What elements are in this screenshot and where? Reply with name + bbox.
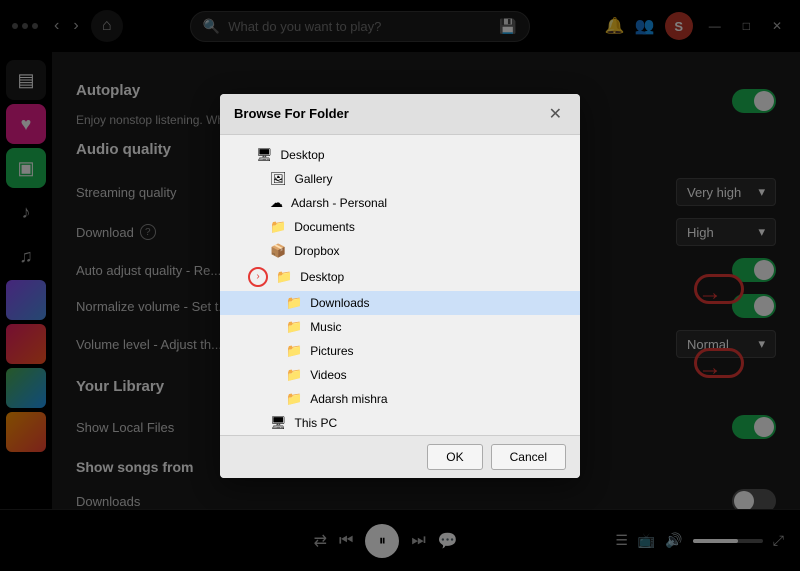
folder-item[interactable]: 📁 Documents xyxy=(220,215,580,239)
folder-item[interactable]: 🖼 Gallery xyxy=(220,167,580,191)
folder-icon: 📁 xyxy=(286,391,302,407)
folder-name: Music xyxy=(310,320,341,334)
modal-header: Browse For Folder ✕ xyxy=(220,94,580,135)
folder-name: Gallery xyxy=(295,172,333,186)
folder-icon: 📁 xyxy=(286,343,302,359)
folder-icon: 🖥 xyxy=(256,147,273,163)
expand-icon[interactable]: › xyxy=(248,267,268,287)
browse-folder-modal: Browse For Folder ✕ 🖥 Desktop 🖼 Gallery ☁ Ada… xyxy=(220,94,580,478)
folder-name: Desktop xyxy=(300,270,344,284)
modal-cancel-button[interactable]: Cancel xyxy=(491,444,566,470)
folder-icon: 🖥 xyxy=(270,415,287,431)
folder-icon: 📁 xyxy=(286,367,302,383)
folder-icon: 📁 xyxy=(286,319,302,335)
folder-icon: ☁ xyxy=(270,195,283,211)
folder-name: Downloads xyxy=(310,296,369,310)
modal-ok-button[interactable]: OK xyxy=(427,444,482,470)
folder-name: This PC xyxy=(295,416,338,430)
folder-item[interactable]: › 📁 Desktop xyxy=(220,263,580,291)
modal-overlay: Browse For Folder ✕ 🖥 Desktop 🖼 Gallery ☁ Ada… xyxy=(0,52,800,509)
modal-body[interactable]: 🖥 Desktop 🖼 Gallery ☁ Adarsh - Personal 📁 Docum… xyxy=(220,135,580,435)
folder-icon: 📁 xyxy=(286,295,302,311)
folder-name: Desktop xyxy=(281,148,325,162)
modal-footer: OK Cancel xyxy=(220,435,580,478)
folder-name: Adarsh mishra xyxy=(310,392,387,406)
folder-name: Pictures xyxy=(310,344,353,358)
folder-icon: 🖼 xyxy=(270,171,287,187)
folder-name: Adarsh - Personal xyxy=(291,196,387,210)
folder-item[interactable]: 📁 Music xyxy=(220,315,580,339)
folder-icon: 📁 xyxy=(276,269,292,285)
folder-item[interactable]: 🖥 Desktop xyxy=(220,143,580,167)
folder-name: Dropbox xyxy=(294,244,339,258)
modal-close-button[interactable]: ✕ xyxy=(545,104,566,124)
folder-icon: 📦 xyxy=(270,243,286,259)
folder-item[interactable]: 📁 Videos xyxy=(220,363,580,387)
modal-title: Browse For Folder xyxy=(234,106,349,121)
folder-name: Documents xyxy=(294,220,355,234)
folder-item[interactable]: 📦 Dropbox xyxy=(220,239,580,263)
folder-name: Videos xyxy=(310,368,346,382)
folder-item[interactable]: 📁 Adarsh mishra xyxy=(220,387,580,411)
folder-item[interactable]: 📁 Downloads xyxy=(220,291,580,315)
folder-item[interactable]: 📁 Pictures xyxy=(220,339,580,363)
folder-icon: 📁 xyxy=(270,219,286,235)
folder-item[interactable]: ☁ Adarsh - Personal xyxy=(220,191,580,215)
folder-item[interactable]: 🖥 This PC xyxy=(220,411,580,435)
